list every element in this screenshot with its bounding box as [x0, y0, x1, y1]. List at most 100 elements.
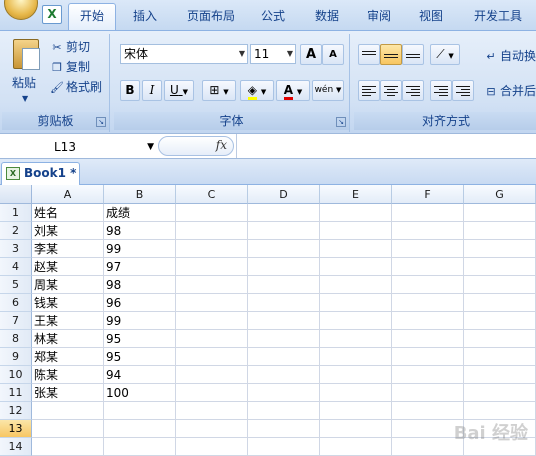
copy-label: 复制 [66, 60, 91, 74]
cell-b7[interactable]: 99 [104, 312, 176, 330]
clipboard-launcher-icon[interactable]: ↘ [96, 117, 106, 127]
tab-page-layout[interactable]: 页面布局 [176, 6, 246, 30]
align-center-button[interactable] [380, 80, 402, 101]
merge-center-button[interactable]: ⊟ 合并后 [484, 82, 536, 100]
office-button[interactable] [4, 0, 38, 20]
tab-review[interactable]: 审阅 [358, 6, 400, 30]
cell-a1[interactable]: 姓名 [32, 204, 104, 222]
cell-a6[interactable]: 钱某 [32, 294, 104, 312]
column-header-g[interactable]: G [464, 185, 536, 204]
tab-data[interactable]: 数据 [306, 6, 348, 30]
cell-b2[interactable]: 98 [104, 222, 176, 240]
row-header-6[interactable]: 6 [0, 294, 32, 312]
wrap-text-button[interactable]: ↵ 自动换 [484, 47, 536, 65]
cell-b5[interactable]: 98 [104, 276, 176, 294]
borders-button[interactable]: ⊞ ▼ [202, 80, 236, 101]
align-right-icon [406, 84, 420, 98]
row-header-9[interactable]: 9 [0, 348, 32, 366]
cell-b13[interactable] [104, 420, 176, 438]
font-name-combo[interactable]: 宋体 ▼ [120, 44, 248, 64]
cell-a3[interactable]: 李某 [32, 240, 104, 258]
cell-b12[interactable] [104, 402, 176, 420]
insert-function-icon[interactable]: fx [216, 138, 227, 152]
cell-a10[interactable]: 陈某 [32, 366, 104, 384]
phonetic-guide-button[interactable]: wén ▼ [312, 80, 344, 101]
row-header-10[interactable]: 10 [0, 366, 32, 384]
cell-b4[interactable]: 97 [104, 258, 176, 276]
tab-view[interactable]: 视图 [410, 6, 452, 30]
row-header-11[interactable]: 11 [0, 384, 32, 402]
bold-button[interactable]: B [120, 80, 140, 101]
cell-b11[interactable]: 100 [104, 384, 176, 402]
cell-b6[interactable]: 96 [104, 294, 176, 312]
cell-a12[interactable] [32, 402, 104, 420]
align-right-button[interactable] [402, 80, 424, 101]
row-header-7[interactable]: 7 [0, 312, 32, 330]
name-box[interactable]: L13 ▼ [2, 137, 156, 157]
cell-b1[interactable]: 成绩 [104, 204, 176, 222]
cell-a13[interactable] [32, 420, 104, 438]
column-header-b[interactable]: B [104, 185, 176, 204]
copy-button[interactable]: ❐ 复制 [50, 58, 90, 76]
row-header-4[interactable]: 4 [0, 258, 32, 276]
cell-a5[interactable]: 周某 [32, 276, 104, 294]
formula-input[interactable] [236, 134, 536, 158]
cell-a8[interactable]: 林某 [32, 330, 104, 348]
tab-formulas[interactable]: 公式 [252, 6, 294, 30]
font-name-value: 宋体 [124, 47, 149, 61]
cell-a9[interactable]: 郑某 [32, 348, 104, 366]
row-header-13[interactable]: 13 [0, 420, 32, 438]
workbook-tab[interactable]: X Book1 * [1, 162, 80, 185]
tab-developer[interactable]: 开发工具 [466, 6, 530, 30]
cell-b14[interactable] [104, 438, 176, 456]
row-header-8[interactable]: 8 [0, 330, 32, 348]
column-header-a[interactable]: A [32, 185, 104, 204]
paste-dropdown-icon[interactable]: ▼ [22, 90, 28, 108]
row-header-2[interactable]: 2 [0, 222, 32, 240]
align-bottom-button[interactable] [402, 44, 424, 65]
font-launcher-icon[interactable]: ↘ [336, 117, 346, 127]
underline-button[interactable]: U ▼ [164, 80, 194, 101]
row-header-14[interactable]: 14 [0, 438, 32, 456]
font-color-button[interactable]: A ▼ [276, 80, 310, 101]
align-left-button[interactable] [358, 80, 380, 101]
row-header-1[interactable]: 1 [0, 204, 32, 222]
cell-a4[interactable]: 赵某 [32, 258, 104, 276]
align-middle-button[interactable] [380, 44, 402, 65]
increase-indent-button[interactable] [452, 80, 474, 101]
excel-icon[interactable]: X [42, 5, 62, 24]
paste-icon[interactable] [13, 39, 40, 70]
column-header-d[interactable]: D [248, 185, 320, 204]
shrink-font-button[interactable]: A [322, 44, 344, 65]
cell-b3[interactable]: 99 [104, 240, 176, 258]
orientation-button[interactable]: ⟋ ▼ [430, 44, 460, 65]
format-painter-button[interactable]: 🖌 格式刷 [50, 78, 102, 96]
cut-button[interactable]: ✂ 剪切 [50, 38, 90, 56]
row-header-3[interactable]: 3 [0, 240, 32, 258]
cell-a11[interactable]: 张某 [32, 384, 104, 402]
column-header-f[interactable]: F [392, 185, 464, 204]
cell-a7[interactable]: 王某 [32, 312, 104, 330]
paint-bucket-icon: ◈ [247, 83, 257, 100]
align-top-button[interactable] [358, 44, 380, 65]
cell-b8[interactable]: 95 [104, 330, 176, 348]
decrease-indent-button[interactable] [430, 80, 452, 101]
row-header-12[interactable]: 12 [0, 402, 32, 420]
spreadsheet-grid[interactable]: A B C D E F G 1 姓名 成绩 2 刘某 98 3 李某 99 4 赵某 97 5 周某 98 6 钱某 96 7 王某… [0, 185, 536, 456]
row-header-5[interactable]: 5 [0, 276, 32, 294]
ribbon-tab-bar: X 开始 插入 页面布局 公式 数据 审阅 视图 开发工具 [0, 0, 536, 30]
cell-a14[interactable] [32, 438, 104, 456]
select-all-corner[interactable] [0, 185, 32, 204]
cell-b10[interactable]: 94 [104, 366, 176, 384]
grow-font-button[interactable]: A [300, 44, 322, 65]
column-header-c[interactable]: C [176, 185, 248, 204]
tab-insert[interactable]: 插入 [124, 6, 166, 30]
italic-button[interactable]: I [142, 80, 162, 101]
cell-a2[interactable]: 刘某 [32, 222, 104, 240]
fill-color-button[interactable]: ◈ ▼ [240, 80, 274, 101]
tab-home[interactable]: 开始 [68, 3, 116, 30]
chevron-down-icon[interactable]: ▼ [147, 137, 154, 157]
font-size-combo[interactable]: 11 ▼ [250, 44, 296, 64]
cell-b9[interactable]: 95 [104, 348, 176, 366]
column-header-e[interactable]: E [320, 185, 392, 204]
